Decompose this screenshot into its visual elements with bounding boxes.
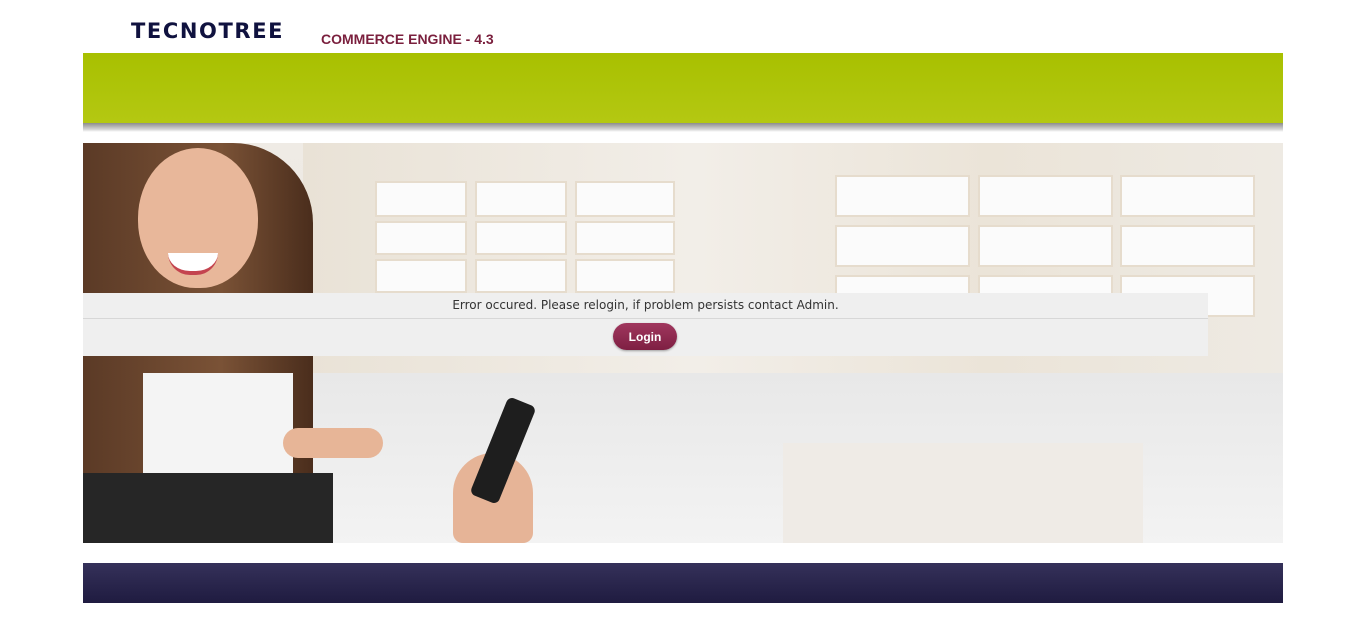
page: TECNOTREE COMMERCE ENGINE - 4.3 Error oc… [0,0,1366,633]
hero-shelf [575,181,675,217]
hero-counter [783,443,1143,543]
hero-shelf [575,259,675,293]
hero-shelf [978,225,1113,267]
hero-shelf [475,259,567,293]
panel-divider [83,318,1208,319]
login-button[interactable]: Login [613,323,677,350]
hero-shelf [375,259,467,293]
hero-shelf [475,221,567,255]
product-title: COMMERCE ENGINE - 4.3 [321,31,494,47]
header-banner [83,53,1283,123]
header-banner-shadow [83,123,1283,132]
hero-shelf [375,221,467,255]
hero-shelf [1120,225,1255,267]
tecnotree-logo: TECNOTREE [131,19,285,43]
error-message-panel: Error occured. Please relogin, if proble… [83,293,1208,356]
hero-shelf [375,181,467,217]
hero-shelf [978,175,1113,217]
hero-shelf [835,175,970,217]
hero-shelf [1120,175,1255,217]
woman-jacket [83,473,333,543]
hero-shelf [575,221,675,255]
pointing-hand [283,428,383,458]
hero-shelf [475,181,567,217]
footer-banner [83,563,1283,603]
error-message-text: Error occured. Please relogin, if proble… [452,298,839,312]
hero-shelf [835,225,970,267]
